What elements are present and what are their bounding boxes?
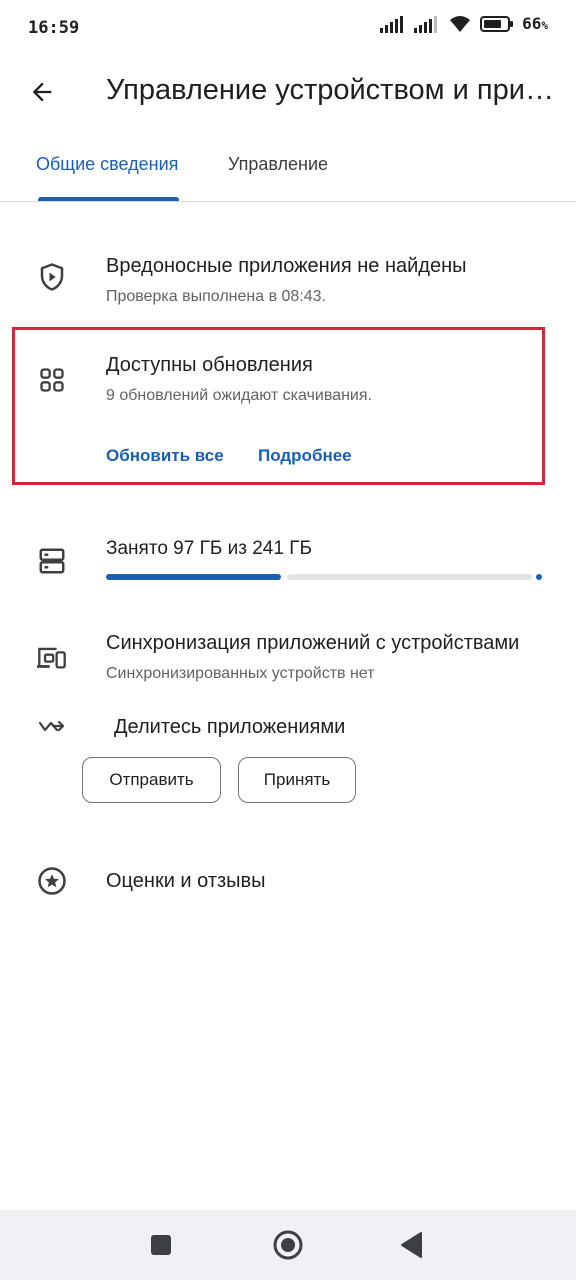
sync-subtitle: Синхронизированных устройств нет: [106, 665, 375, 682]
tabs-divider: [0, 201, 576, 202]
square-icon: [151, 1235, 171, 1255]
page-title: Управление устройством и прило…: [106, 74, 568, 106]
send-button[interactable]: Отправить: [82, 757, 221, 803]
grid-apps-icon: [37, 365, 67, 395]
storage-used-fill: [106, 574, 281, 580]
battery-percent: 66: [522, 14, 542, 33]
battery-unit: %: [541, 19, 548, 32]
updates-title: Доступны обновления: [106, 354, 313, 376]
updates-row[interactable]: Доступны обновления 9 обновлений ожидают…: [0, 340, 576, 410]
battery-icon: [480, 15, 514, 32]
malware-subtitle: Проверка выполнена в 08:43.: [106, 288, 326, 305]
malware-title: Вредоносные приложения не найдены: [106, 255, 467, 277]
wifi-icon: [450, 15, 471, 32]
tab-overview[interactable]: Общие сведения: [36, 154, 178, 175]
receive-button[interactable]: Принять: [238, 757, 356, 803]
star-circle-icon: [37, 866, 67, 896]
tab-manage[interactable]: Управление: [228, 154, 328, 175]
share-apps-icon: [37, 712, 67, 742]
ratings-row[interactable]: Оценки и отзывы: [0, 850, 576, 910]
update-all-button[interactable]: Обновить все: [106, 446, 224, 466]
signal-icon: [380, 15, 404, 33]
recents-button[interactable]: [121, 1210, 201, 1280]
system-back-button[interactable]: [372, 1210, 452, 1280]
share-title: Делитесь приложениями: [114, 716, 346, 738]
storage-free-fill: [287, 574, 532, 580]
status-icons: 66%: [380, 14, 548, 33]
sync-title: Синхронизация приложений с устройствами: [106, 632, 520, 654]
storage-row[interactable]: Занято 97 ГБ из 241 ГБ: [0, 530, 576, 590]
system-navbar: [0, 1210, 576, 1280]
triangle-back-icon: [401, 1232, 422, 1258]
arrow-left-icon: [32, 82, 52, 102]
details-button[interactable]: Подробнее: [258, 446, 352, 466]
sync-row[interactable]: Синхронизация приложений с устройствами …: [0, 620, 576, 695]
home-button[interactable]: [248, 1210, 328, 1280]
devices-icon: [37, 642, 67, 672]
shield-play-icon: [37, 262, 67, 292]
storage-icon: [37, 546, 67, 576]
back-button[interactable]: [20, 70, 64, 114]
storage-progress-bar: [106, 574, 542, 580]
updates-subtitle: 9 обновлений ожидают скачивания.: [106, 387, 372, 404]
storage-end-dot: [536, 574, 542, 580]
malware-status-row[interactable]: Вредоносные приложения не найдены Провер…: [0, 240, 576, 320]
status-time: 16:59: [28, 18, 80, 38]
storage-title: Занято 97 ГБ из 241 ГБ: [106, 538, 312, 559]
signal-icon-2: [414, 15, 438, 33]
ratings-title: Оценки и отзывы: [106, 870, 266, 892]
circle-home-icon: [273, 1230, 303, 1260]
